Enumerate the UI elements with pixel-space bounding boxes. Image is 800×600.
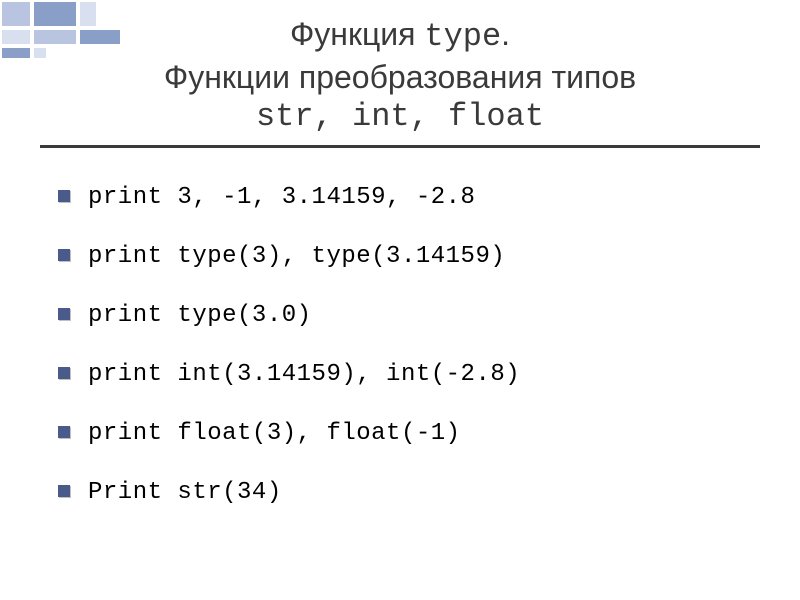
decor-block xyxy=(2,2,30,26)
list-item: print type(3.0) xyxy=(58,302,742,329)
title-text: Функция xyxy=(290,16,424,52)
corner-decoration xyxy=(0,0,140,70)
decor-block xyxy=(80,30,120,44)
title-suffix: . xyxy=(501,16,510,52)
list-item: print int(3.14159), int(-2.8) xyxy=(58,361,742,388)
decor-block xyxy=(34,48,46,58)
title-mono: type xyxy=(424,18,501,55)
list-item: Print str(34) xyxy=(58,479,742,506)
decor-block xyxy=(2,30,30,44)
decor-block xyxy=(34,30,76,44)
decor-block xyxy=(34,2,76,26)
list-item: print float(3), float(-1) xyxy=(58,420,742,447)
decor-block xyxy=(80,2,96,26)
slide-content: print 3, -1, 3.14159, -2.8 print type(3)… xyxy=(0,148,800,506)
list-item: print 3, -1, 3.14159, -2.8 xyxy=(58,184,742,211)
list-item: print type(3), type(3.14159) xyxy=(58,243,742,270)
bullet-list: print 3, -1, 3.14159, -2.8 print type(3)… xyxy=(58,184,742,506)
title-line-3: str, int, float xyxy=(0,97,800,137)
decor-block xyxy=(2,48,30,58)
